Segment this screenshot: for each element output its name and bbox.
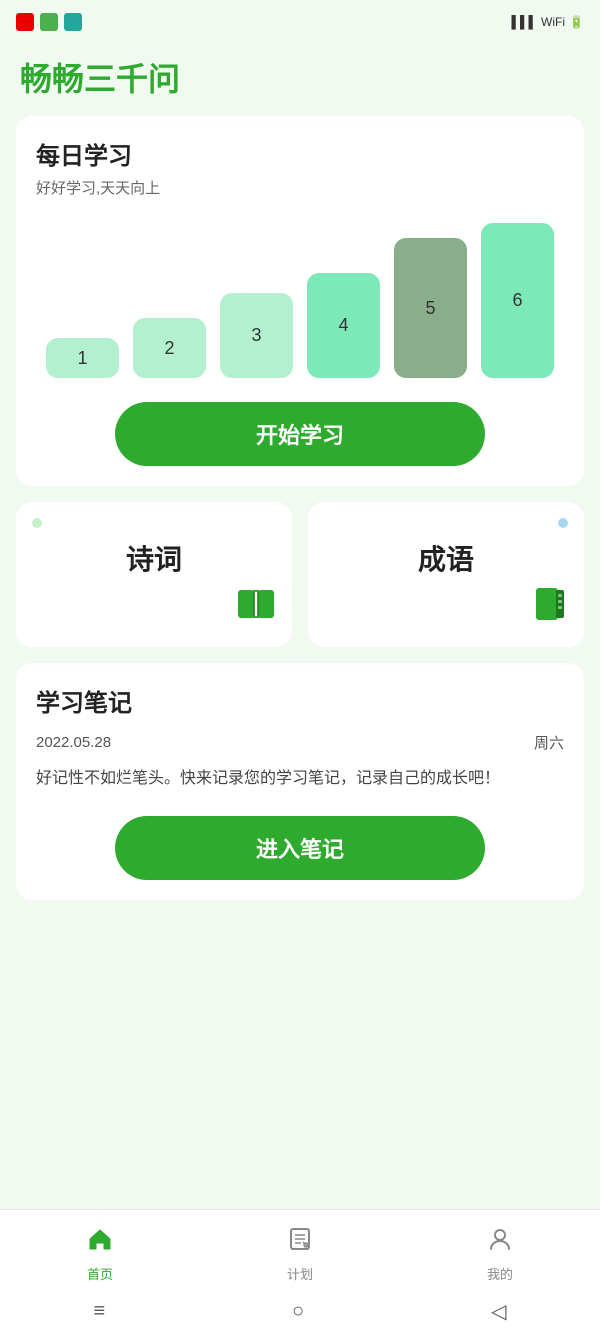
signal-icon: ▌▌▌	[512, 15, 538, 29]
bar-5: 5	[394, 238, 467, 378]
poetry-book-icon	[236, 586, 276, 631]
poetry-title: 诗词	[32, 538, 276, 578]
daily-study-card: 每日学习 好好学习,天天向上 1 2 3 4 5 6 开始学习	[16, 116, 584, 486]
poetry-icon-container	[32, 586, 276, 631]
enter-notes-button[interactable]: 进入笔记	[115, 816, 485, 880]
category-row: 诗词 成语	[16, 502, 584, 647]
wifi-icon: WiFi	[541, 15, 565, 29]
nav-label-home: 首页	[87, 1264, 113, 1283]
notes-date: 2022.05.28	[36, 734, 111, 751]
poetry-card[interactable]: 诗词	[16, 502, 292, 647]
bar-2: 2	[133, 318, 206, 378]
bar-item-5: 5	[394, 238, 467, 378]
idioms-card[interactable]: 成语	[308, 502, 584, 647]
main-content: 每日学习 好好学习,天天向上 1 2 3 4 5 6 开始学习	[0, 116, 600, 1209]
bar-6: 6	[481, 223, 554, 378]
status-icon-teal	[64, 13, 82, 31]
daily-study-subtitle: 好好学习,天天向上	[36, 177, 564, 198]
bar-item-6: 6	[481, 223, 554, 378]
idioms-icon-container	[324, 586, 568, 631]
poetry-dot	[32, 518, 42, 528]
status-icon-green	[40, 13, 58, 31]
idioms-title: 成语	[324, 538, 568, 578]
nav-label-mine: 我的	[487, 1264, 513, 1283]
bar-item-4: 4	[307, 273, 380, 378]
nav-item-home[interactable]: 首页	[0, 1217, 200, 1283]
start-study-button[interactable]: 开始学习	[115, 402, 485, 466]
home-icon	[86, 1225, 114, 1260]
bar-item-3: 3	[220, 293, 293, 378]
daily-study-title: 每日学习	[36, 136, 564, 171]
bar-1: 1	[46, 338, 119, 378]
idioms-dot	[558, 518, 568, 528]
notes-card: 学习笔记 2022.05.28 周六 好记性不如烂笔头。快来记录您的学习笔记，记…	[16, 663, 584, 900]
nav-item-mine[interactable]: 我的	[400, 1217, 600, 1283]
bar-3: 3	[220, 293, 293, 378]
notes-content: 好记性不如烂笔头。快来记录您的学习笔记，记录自己的成长吧！	[36, 765, 564, 792]
notes-meta: 2022.05.28 周六	[36, 732, 564, 753]
notes-title: 学习笔记	[36, 683, 564, 718]
bar-item-1: 1	[46, 338, 119, 378]
nav-item-plan[interactable]: 计划	[200, 1217, 400, 1283]
system-nav: ≡ ○ ◁	[0, 1289, 600, 1333]
app-title: 畅畅三千问	[0, 44, 600, 116]
bar-chart: 1 2 3 4 5 6	[36, 218, 564, 378]
menu-button[interactable]: ≡	[93, 1300, 105, 1323]
status-bar: ▌▌▌ WiFi 🔋	[0, 0, 600, 44]
status-bar-left	[16, 13, 82, 31]
nav-label-plan: 计划	[287, 1264, 313, 1283]
home-button[interactable]: ○	[292, 1300, 304, 1323]
battery-icon: 🔋	[569, 15, 584, 29]
idioms-book-icon	[532, 586, 568, 631]
bar-item-2: 2	[133, 318, 206, 378]
plan-icon	[286, 1225, 314, 1260]
notes-day: 周六	[534, 732, 564, 753]
status-bar-right: ▌▌▌ WiFi 🔋	[512, 15, 584, 29]
status-icon-red	[16, 13, 34, 31]
bar-4: 4	[307, 273, 380, 378]
bottom-nav: 首页 计划 我的	[0, 1209, 600, 1289]
mine-icon	[486, 1225, 514, 1260]
back-button[interactable]: ◁	[491, 1299, 506, 1324]
